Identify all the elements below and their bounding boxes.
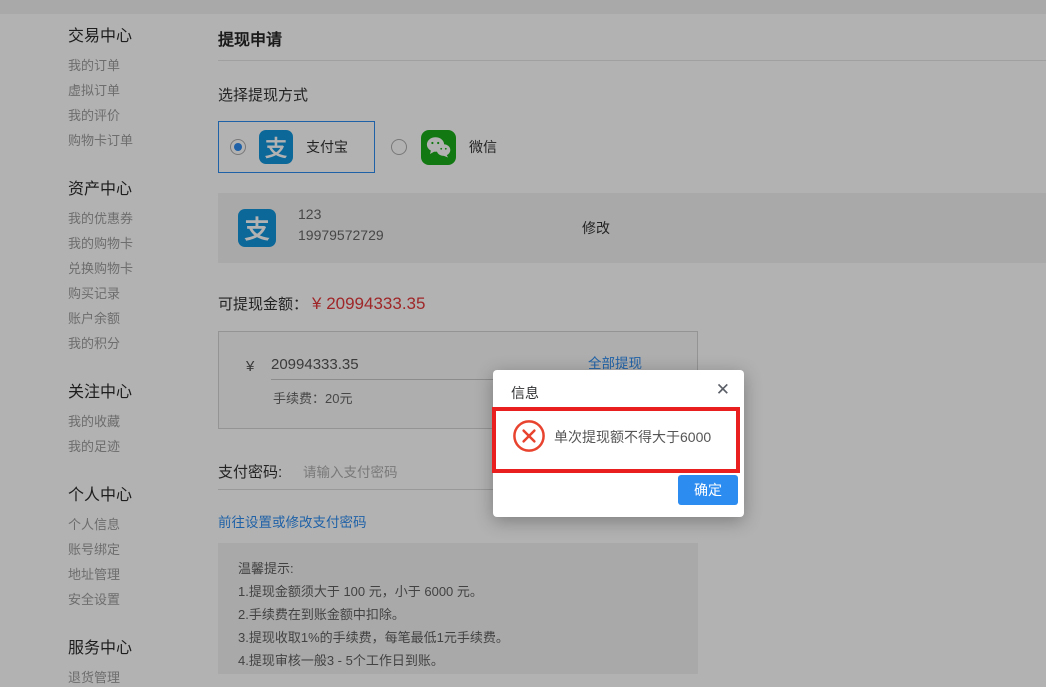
dialog-message: 单次提现额不得大于6000 (554, 429, 712, 445)
close-icon[interactable]: ✕ (716, 380, 730, 400)
modal-overlay (0, 0, 1046, 687)
error-icon (512, 419, 546, 453)
confirm-button[interactable]: 确定 (678, 475, 738, 505)
withdraw-page: 交易中心 我的订单 虚拟订单 我的评价 购物卡订单 资产中心 我的优惠券 我的购… (0, 0, 1046, 687)
dialog-title: 信息 (511, 385, 539, 401)
message-dialog: 信息 ✕ 单次提现额不得大于6000 确定 (493, 370, 744, 517)
